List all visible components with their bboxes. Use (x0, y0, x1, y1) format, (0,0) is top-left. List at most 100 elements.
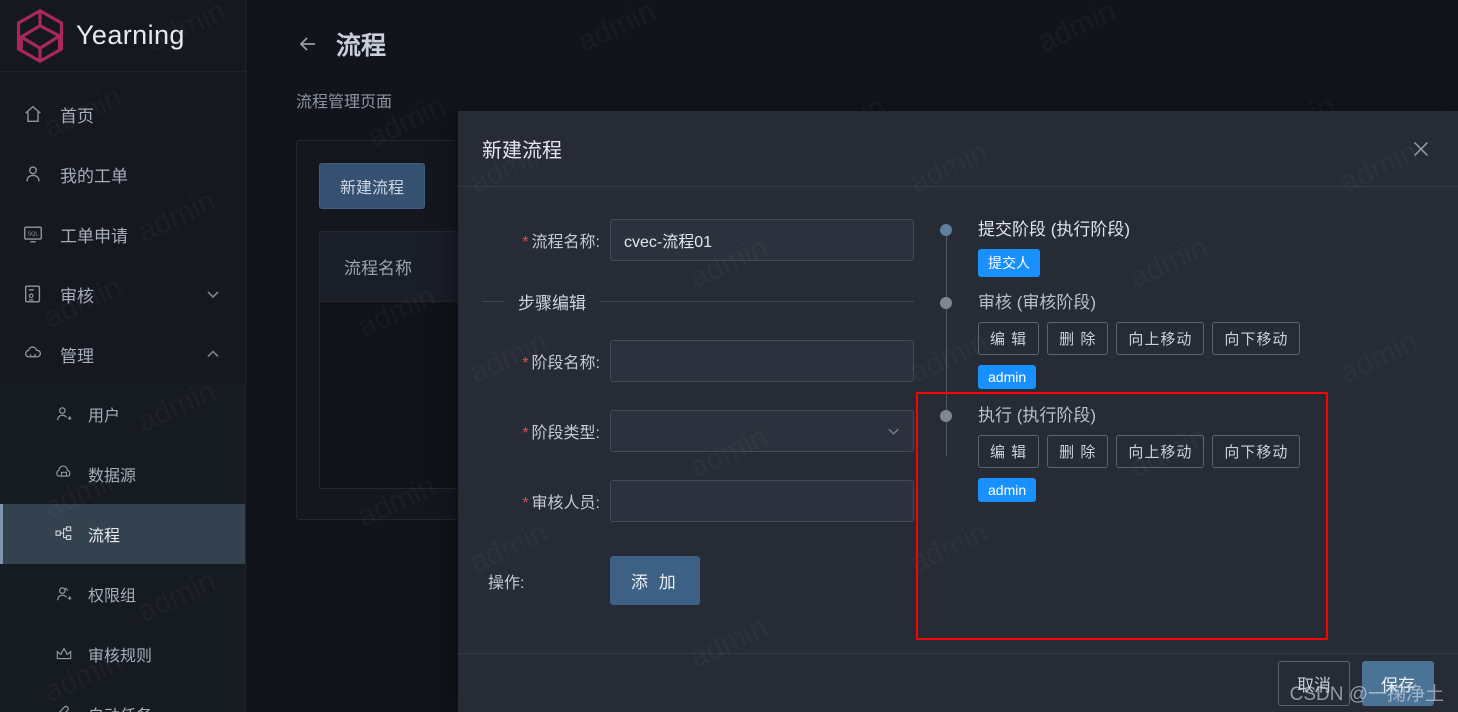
move-down-button[interactable]: 向下移动 (1212, 322, 1301, 355)
sidebar-item-label: 用户 (88, 408, 121, 425)
required-marker: * (522, 355, 529, 372)
hexagon-cube-logo-icon (16, 8, 64, 63)
section-title: 步骤编辑 (518, 294, 586, 313)
stage-form: *流程名称: 步骤编辑 *阶段名称: *阶 (482, 215, 914, 653)
edit-stage-button[interactable]: 编 辑 (978, 322, 1040, 355)
sidebar-group-management[interactable]: 管理 (0, 324, 245, 384)
sidebar-item-home[interactable]: 首页 (0, 84, 245, 144)
crown-icon (56, 647, 72, 660)
modal-title: 新建流程 (482, 140, 562, 162)
home-icon (25, 105, 41, 123)
delete-stage-button[interactable]: 删 除 (1047, 322, 1109, 355)
paperclip-icon (58, 705, 69, 712)
stage-title: 审核 (审核阶段) (978, 293, 1097, 312)
app-root: Yearning 首页 我的工单 SQL 工单申请 审核 管理 用户 数据源 流… (0, 0, 1458, 712)
sidebar-item-label: 权限组 (88, 588, 137, 605)
stage-type-label: * 阶段类型: (482, 419, 610, 443)
sidebar-item-datasource[interactable]: 数据源 (0, 444, 245, 504)
sidebar-item-label: 首页 (60, 106, 94, 126)
stage-name-label: * 阶段名称: (482, 349, 610, 373)
auditor-row: * 审核人员: (482, 480, 914, 522)
move-up-button[interactable]: 向上移动 (1116, 322, 1205, 355)
auditor-label: * 审核人员: (482, 489, 610, 513)
edit-stage-button[interactable]: 编 辑 (978, 435, 1040, 468)
sidebar-item-label: 工单申请 (60, 226, 128, 246)
required-marker: * (522, 234, 529, 251)
sidebar-item-flow[interactable]: 流程 (0, 504, 245, 564)
svg-text:SQL: SQL (27, 231, 38, 237)
timeline-item: 提交阶段 (执行阶段) 提交人 (932, 215, 1434, 288)
sidebar-item-users[interactable]: 用户 (0, 384, 245, 444)
new-flow-modal: 新建流程 *流程名称: 步骤编辑 (458, 111, 1458, 712)
flow-name-row: * 流程名称: (482, 219, 914, 261)
auditor-input[interactable] (610, 480, 914, 522)
user-group-icon (57, 587, 72, 601)
modal-header: 新建流程 (458, 111, 1458, 187)
required-marker: * (522, 425, 529, 442)
stage-name-input[interactable] (610, 340, 914, 382)
table-column-header: 流程名称 (344, 259, 412, 278)
sidebar-item-label: 流程 (88, 528, 121, 545)
sidebar-item-permission-group[interactable]: 权限组 (0, 564, 245, 624)
move-down-button[interactable]: 向下移动 (1212, 435, 1301, 468)
action-label: 操作: (488, 574, 525, 592)
sidebar-item-label: 数据源 (88, 468, 137, 485)
sidebar-item-label: 管理 (60, 346, 94, 366)
timeline-item: 审核 (审核阶段) 编 辑 删 除 向上移动 向下移动 admin (932, 288, 1434, 401)
stage-tag: admin (978, 478, 1037, 502)
sidebar-item-label: 审核规则 (88, 648, 153, 665)
flow-nodes-icon (55, 526, 72, 540)
delete-stage-button[interactable]: 删 除 (1047, 435, 1109, 468)
close-icon[interactable] (1410, 138, 1432, 160)
sidebar-item-my-tickets[interactable]: 我的工单 (0, 144, 245, 204)
stage-type-select[interactable] (610, 410, 914, 452)
new-flow-button[interactable]: 新建流程 (319, 163, 426, 209)
timeline-dot (940, 224, 952, 236)
user-add-icon (57, 407, 72, 421)
sidebar-group-audit[interactable]: 审核 (0, 264, 245, 324)
sidebar-submenu-management: 用户 数据源 流程 权限组 审核规则 (0, 384, 245, 712)
timeline-dot (940, 297, 952, 309)
sidebar-item-audit-rule[interactable]: 审核规则 (0, 624, 245, 684)
stage-tag: 提交人 (978, 249, 1040, 277)
brand-header: Yearning (0, 0, 245, 72)
sidebar: Yearning 首页 我的工单 SQL 工单申请 审核 管理 用户 数据源 流… (0, 0, 246, 712)
sidebar-item-ticket-apply[interactable]: SQL 工单申请 (0, 204, 245, 264)
chevron-down-icon (888, 428, 899, 435)
divider-line-left (482, 301, 504, 302)
chevron-down-icon[interactable] (205, 286, 221, 302)
stage-actions: 编 辑 删 除 向上移动 向下移动 (978, 435, 1434, 468)
chevron-up-icon[interactable] (205, 346, 221, 362)
flow-name-input[interactable] (610, 219, 914, 261)
stage-tag: admin (978, 365, 1037, 389)
stage-timeline: 提交阶段 (执行阶段) 提交人 审核 (审核阶段) 编 辑 删 除 向上移动 向… (932, 215, 1434, 514)
back-arrow-icon[interactable] (296, 32, 320, 56)
move-up-button[interactable]: 向上移动 (1116, 435, 1205, 468)
divider-line-right (600, 301, 914, 302)
stage-type-row: * 阶段类型: (482, 410, 914, 452)
save-button[interactable]: 保存 (1362, 660, 1434, 706)
add-stage-button[interactable]: 添 加 (610, 556, 700, 605)
stage-timeline-column: 提交阶段 (执行阶段) 提交人 审核 (审核阶段) 编 辑 删 除 向上移动 向… (914, 215, 1434, 653)
brand-name: Yearning (76, 20, 185, 50)
page-subtitle: 流程管理页面 (296, 94, 393, 111)
page-header: 流程 (296, 26, 1458, 62)
required-marker: * (522, 495, 529, 512)
sidebar-item-label: 审核 (60, 286, 94, 306)
sidebar-nav: 首页 我的工单 SQL 工单申请 审核 管理 用户 数据源 流程 权限组 审核规… (0, 72, 245, 712)
action-row: 操作: 添 加 (482, 556, 914, 605)
stage-actions: 编 辑 删 除 向上移动 向下移动 (978, 322, 1434, 355)
section-divider: 步骤编辑 (482, 289, 914, 314)
sidebar-item-auto-task[interactable]: 自动任务 (0, 684, 245, 712)
modal-footer: 取消 保存 (458, 653, 1458, 712)
stage-name-row: * 阶段名称: (482, 340, 914, 382)
timeline-dot (940, 410, 952, 422)
database-cloud-icon (56, 465, 71, 477)
sql-terminal-icon: SQL (24, 226, 42, 243)
sidebar-item-label: 我的工单 (60, 166, 128, 186)
page-title: 流程 (336, 32, 387, 60)
modal-body: *流程名称: 步骤编辑 *阶段名称: *阶 (458, 187, 1458, 653)
stage-title: 执行 (执行阶段) (978, 406, 1097, 425)
audit-doc-icon (24, 285, 41, 303)
cancel-button[interactable]: 取消 (1278, 660, 1350, 706)
